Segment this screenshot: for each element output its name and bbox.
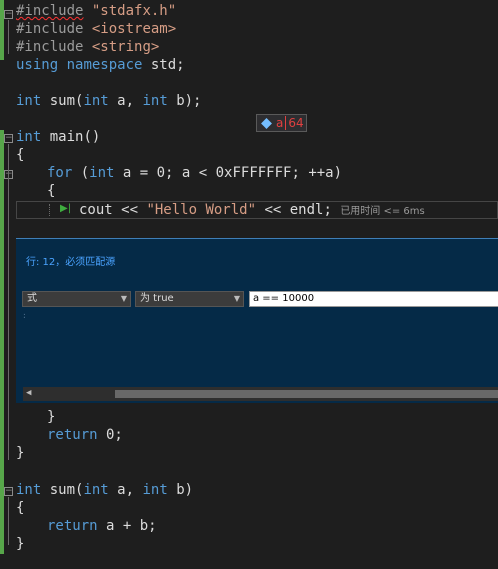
fold-guide	[8, 144, 9, 460]
code-line-1[interactable]: #include "stdafx.h"	[16, 2, 176, 20]
keyword: for	[47, 165, 73, 181]
code-text: << endl;	[256, 202, 332, 218]
perf-tip[interactable]: 已用时间 <= 6ms	[340, 206, 424, 217]
datatip-name: a	[276, 116, 284, 130]
code-text: b)	[167, 482, 194, 498]
collapse-icon[interactable]: −	[4, 134, 13, 143]
code-line-18[interactable]: {	[16, 499, 24, 517]
dropdown-value: 式	[27, 293, 37, 304]
include-path: "stdafx.h"	[91, 3, 177, 19]
code-line-2[interactable]: #include <iostream>	[16, 20, 176, 38]
condition-type-dropdown[interactable]: 式 ▼	[22, 291, 131, 307]
condition-mode-dropdown[interactable]: 为 true ▼	[135, 291, 244, 307]
keyword: namespace	[66, 57, 143, 73]
scroll-left-icon[interactable]: ◀	[26, 388, 31, 398]
keyword: using	[16, 57, 59, 73]
code-text: b);	[167, 93, 202, 109]
keyword: int	[83, 482, 109, 498]
keyword: int	[16, 482, 42, 498]
collapse-icon[interactable]: −	[4, 10, 13, 19]
code-line-9[interactable]: {	[16, 146, 24, 164]
code-text: std;	[142, 57, 185, 73]
code-text: }	[47, 409, 56, 425]
code-line-20[interactable]: }	[16, 535, 24, 553]
chevron-down-icon: ▼	[233, 294, 240, 303]
code-text: {	[16, 500, 25, 516]
code-line-3[interactable]: #include <string>	[16, 38, 159, 56]
code-line-17[interactable]: int sum(int a, int b)	[16, 481, 193, 499]
code-line-14[interactable]: return 0;	[47, 426, 123, 444]
string-literal: "Hello World"	[146, 202, 257, 218]
code-line-15[interactable]: }	[16, 444, 24, 462]
code-line-13[interactable]: }	[47, 408, 55, 426]
code-text: 0;	[97, 427, 123, 443]
include-path: <string>	[91, 39, 160, 55]
code-text: }	[16, 536, 25, 552]
fold-guide	[8, 20, 9, 54]
change-marker	[0, 0, 4, 60]
code-text: {	[16, 147, 25, 163]
datatip[interactable]: a 64	[256, 114, 307, 132]
code-text: a + b;	[97, 518, 157, 534]
code-text: sum(	[41, 93, 84, 109]
code-text: (	[72, 165, 90, 181]
code-text: }	[16, 445, 25, 461]
preprocessor-directive: #include	[16, 39, 84, 55]
chevron-down-icon: ▼	[120, 294, 127, 303]
code-text: a = 0; a < 0xFFFFFFF; ++a)	[114, 165, 343, 181]
collapse-icon[interactable]: −	[4, 487, 13, 496]
code-line-4[interactable]: using namespace std;	[16, 56, 185, 74]
condition-expression-input[interactable]: a == 10000	[249, 291, 498, 307]
variable-icon	[261, 117, 272, 129]
preprocessor-directive: #include	[16, 21, 84, 37]
panel-marker: :	[22, 311, 27, 320]
datatip-value[interactable]: 64	[288, 116, 303, 130]
code-text: cout <<	[79, 202, 147, 218]
code-line-6[interactable]: int sum(int a, int b);	[16, 92, 201, 110]
keyword: int	[142, 482, 168, 498]
fold-guide	[8, 497, 9, 545]
keyword: int	[16, 93, 42, 109]
horizontal-scrollbar[interactable]: ◀	[23, 387, 498, 401]
keyword: return	[47, 518, 98, 534]
datatip-divider	[285, 116, 287, 130]
code-text: sum(	[41, 482, 84, 498]
code-line-10[interactable]: for (int a = 0; a < 0xFFFFFFF; ++a)	[47, 164, 342, 182]
code-line-11[interactable]: {	[47, 182, 55, 200]
run-to-click-icon[interactable]: ▶|	[60, 203, 71, 214]
keyword: int	[89, 165, 115, 181]
include-path: <iostream>	[91, 21, 177, 37]
scrollbar-thumb[interactable]	[115, 390, 498, 398]
keyword: int	[142, 93, 168, 109]
breakpoint-location: 行: 12，必须匹配源	[26, 257, 116, 268]
condition-text: a == 10000	[253, 293, 315, 304]
code-text: main()	[41, 129, 101, 145]
breakpoint-settings-panel: 行: 12，必须匹配源 式 ▼ 为 true ▼ a == 10000 : ◀	[16, 238, 498, 403]
code-text: {	[47, 183, 56, 199]
keyword: return	[47, 427, 98, 443]
keyword: int	[83, 93, 109, 109]
code-text: a,	[108, 93, 143, 109]
code-line-8[interactable]: int main()	[16, 128, 100, 146]
code-text: a,	[108, 482, 143, 498]
code-line-19[interactable]: return a + b;	[47, 517, 157, 535]
indent-guide	[49, 204, 51, 216]
keyword: int	[16, 129, 42, 145]
dropdown-value: 为 true	[140, 293, 174, 304]
preprocessor-directive: #include	[16, 3, 84, 19]
code-line-12[interactable]: cout << "Hello World" << endl; 已用时间 <= 6…	[79, 201, 425, 219]
